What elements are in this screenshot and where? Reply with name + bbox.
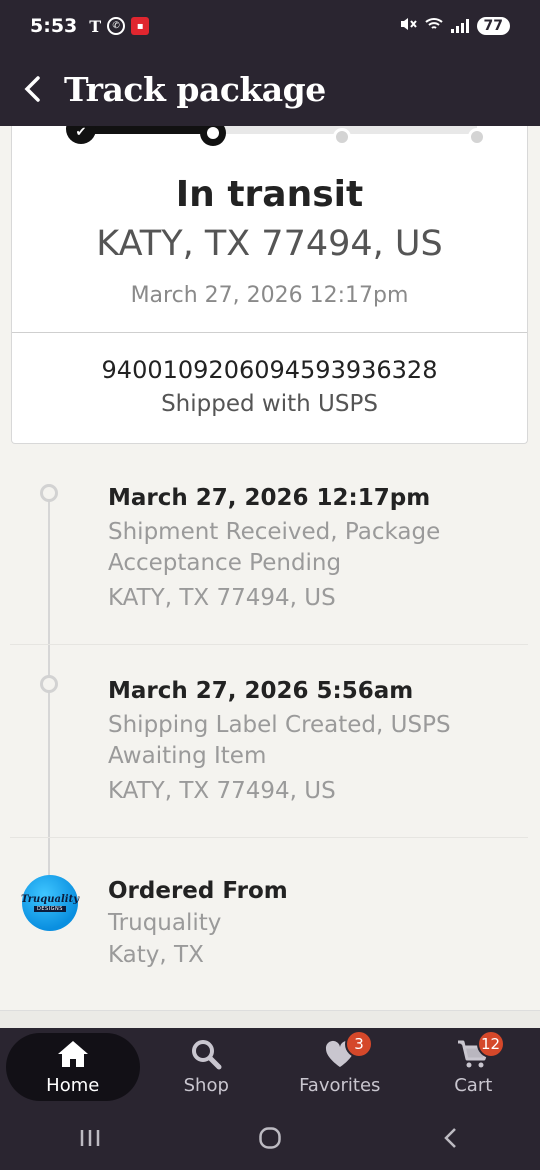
- search-icon: [190, 1039, 222, 1069]
- nav-favorites[interactable]: 3 Favorites: [273, 1028, 407, 1106]
- back-chevron-icon: [444, 1128, 456, 1148]
- logo-band-text: DESIGNS: [34, 906, 66, 912]
- whatsapp-icon: ✆: [107, 17, 126, 35]
- home-circle-icon: [259, 1127, 281, 1149]
- app-notification-icon: ▪: [131, 17, 150, 35]
- nav-shop[interactable]: Shop: [140, 1028, 274, 1106]
- event-location: KATY, TX 77494, US: [108, 778, 336, 804]
- step-pending-icon: [333, 128, 351, 146]
- nav-cart[interactable]: 12 Cart: [407, 1028, 540, 1106]
- ordered-from-title: Ordered From: [108, 878, 288, 904]
- step-pending-icon: [468, 128, 486, 146]
- signal-icon: [450, 19, 469, 33]
- shop-name[interactable]: Truquality: [108, 908, 518, 939]
- event-date: March 27, 2026 12:17pm: [108, 485, 431, 511]
- shop-location: Katy, TX: [108, 942, 204, 968]
- status-bar: 5:53 T ✆ ▪ 77: [0, 0, 540, 52]
- nav-label: Shop: [183, 1074, 229, 1096]
- content-end-strip: [0, 1010, 540, 1028]
- logo-script-text: Truquality: [20, 894, 80, 905]
- timeline-dot-icon: [40, 484, 58, 502]
- carrier-label: Shipped with USPS: [161, 391, 378, 417]
- favorites-badge: 3: [345, 1030, 373, 1058]
- nav-label: Favorites: [299, 1074, 381, 1096]
- event-date: March 27, 2026 5:56am: [108, 678, 414, 704]
- battery-indicator: 77: [476, 17, 510, 35]
- timeline-dot-icon: [40, 675, 58, 693]
- timeline-divider: [10, 837, 528, 838]
- event-location: KATY, TX 77494, US: [108, 585, 336, 611]
- cart-badge: 12: [476, 1030, 505, 1058]
- status-time: 5:53: [30, 15, 78, 37]
- system-icons: 77: [399, 16, 510, 36]
- home-icon: [56, 1039, 90, 1069]
- back-system-button[interactable]: [410, 1113, 490, 1163]
- progress-tracker: ✔: [12, 126, 527, 150]
- page-title: Track package: [64, 69, 326, 109]
- shipment-date: March 27, 2026 12:17pm: [130, 283, 409, 308]
- timeline-event: March 27, 2026 12:17pm Shipment Received…: [108, 485, 518, 611]
- back-button[interactable]: [0, 52, 64, 126]
- origin-block: Ordered From Truquality Katy, TX: [108, 878, 518, 968]
- shipment-location: KATY, TX 77494, US: [96, 224, 443, 264]
- notification-icons: T ✆ ▪: [89, 16, 150, 36]
- divider: [12, 332, 527, 333]
- shipment-status: In transit: [175, 174, 364, 215]
- app-header: Track package: [0, 52, 540, 126]
- home-system-button[interactable]: [230, 1113, 310, 1163]
- shop-logo[interactable]: Truquality DESIGNS: [20, 875, 80, 931]
- wifi-icon: [424, 17, 443, 35]
- timeline-divider: [10, 644, 528, 645]
- tracking-summary-card: ✔ In transit KATY, TX 77494, US March 27…: [11, 126, 528, 444]
- bottom-nav: Home Shop 3 Favorites 12 Cart: [0, 1028, 540, 1106]
- nav-label: Cart: [454, 1074, 493, 1096]
- event-description: Shipment Received, Package Acceptance Pe…: [108, 519, 441, 576]
- nav-label: Home: [46, 1074, 100, 1096]
- timeline-event: March 27, 2026 5:56am Shipping Label Cre…: [108, 678, 518, 804]
- system-nav-bar: [0, 1106, 540, 1170]
- nav-home[interactable]: Home: [6, 1033, 140, 1101]
- carrier-icon: T: [89, 16, 102, 36]
- step-current-icon: [200, 126, 226, 146]
- recents-icon: [80, 1130, 100, 1146]
- recents-button[interactable]: [50, 1113, 130, 1163]
- tracking-number[interactable]: 9400109206094593936328: [12, 356, 527, 384]
- mute-icon: [399, 16, 417, 36]
- event-description: Shipping Label Created, USPS Awaiting It…: [108, 712, 451, 769]
- step-complete-icon: ✔: [66, 126, 96, 144]
- chevron-left-icon: [24, 76, 40, 102]
